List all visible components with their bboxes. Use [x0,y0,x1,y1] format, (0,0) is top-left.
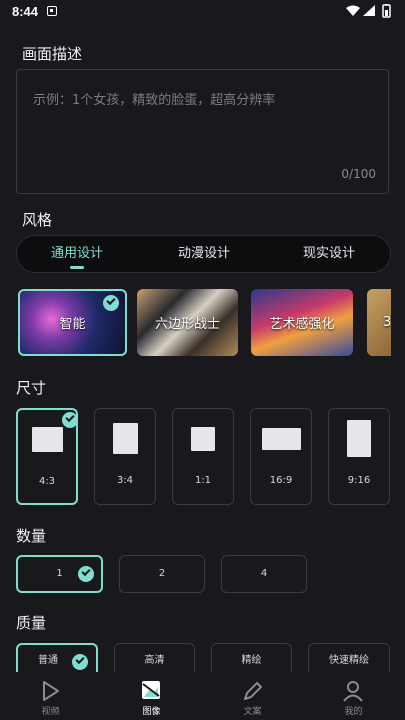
aspect-ratio-preview [32,427,63,452]
quality-title: 质量 [16,614,47,632]
size-label: 4:3 [38,476,56,487]
status-bar: 8:44 [0,0,405,24]
nav-copywriting[interactable]: 文案 [202,672,303,720]
tab-label: 通用设计 [50,246,103,261]
quantity-option-1[interactable]: 1 [16,555,103,593]
quality-label: 普通 [38,655,58,666]
quality-label: 快速精绘 [329,655,369,666]
status-time: 8:44 [12,4,39,19]
style-card-smart[interactable]: 智能 [18,289,127,356]
size-label: 1:1 [194,475,212,486]
size-label: 16:9 [269,475,293,486]
quantity-option-2[interactable]: 2 [119,555,205,593]
nav-image[interactable]: 图像 [101,672,202,720]
character-counter: 0/100 [341,167,376,181]
style-card-label: 3 [383,315,391,330]
style-title: 风格 [22,211,53,229]
quantity-label: 4 [260,568,268,579]
check-icon [103,295,119,311]
status-icons [346,4,391,18]
pencil-icon [244,682,262,700]
size-option-9-16[interactable]: 9:16 [328,408,390,505]
tab-label: 现实设计 [302,246,355,261]
description-input[interactable]: 示例：1个女孩，精致的脸蛋，超高分辨率 0/100 [16,69,389,194]
check-icon [72,654,88,670]
size-label: 9:16 [347,475,371,486]
size-title: 尺寸 [16,379,47,397]
quality-label: 高清 [144,655,165,666]
active-tab-indicator [70,266,84,269]
aspect-ratio-preview [113,423,138,454]
quantity-label: 2 [158,568,166,579]
size-option-4-3[interactable]: 4:3 [16,408,78,505]
aspect-ratio-preview [262,428,301,450]
image-icon [142,681,160,699]
play-icon [43,681,59,701]
tab-anime-design[interactable]: 动漫设计 [144,236,264,274]
nav-label: 我的 [344,707,363,717]
wifi-icon [346,5,360,16]
style-card-art-enhance[interactable]: 艺术感强化 [251,289,353,356]
notification-icon [47,6,57,16]
nav-label: 文案 [243,707,262,717]
size-option-16-9[interactable]: 16:9 [250,408,312,505]
nav-label: 图像 [142,707,161,717]
style-card-label: 六边形战士 [154,317,220,332]
signal-icon [363,5,375,16]
style-card-label: 艺术感强化 [269,317,335,332]
nav-profile[interactable]: 我的 [303,672,404,720]
description-title: 画面描述 [22,45,83,63]
quantity-title: 数量 [16,527,47,545]
description-placeholder: 示例：1个女孩，精致的脸蛋，超高分辨率 [33,93,276,108]
user-icon [343,681,363,702]
size-label: 3:4 [116,475,134,486]
style-card-more[interactable]: 3 [367,289,391,356]
tab-label: 动漫设计 [177,246,230,261]
bottom-navigation: 视频 图像 文案 我的 [0,672,405,720]
nav-video[interactable]: 视频 [0,672,101,720]
size-option-3-4[interactable]: 3:4 [94,408,156,505]
tab-realistic-design[interactable]: 现实设计 [269,236,389,274]
quantity-option-4[interactable]: 4 [221,555,307,593]
aspect-ratio-preview [191,427,215,451]
check-icon [62,412,78,428]
style-tabs: 通用设计 动漫设计 现实设计 [16,235,391,273]
check-icon [78,566,94,582]
aspect-ratio-preview [347,420,371,457]
quality-label: 精绘 [241,655,262,666]
size-option-1-1[interactable]: 1:1 [172,408,234,505]
tab-general-design[interactable]: 通用设计 [17,236,137,274]
quantity-label: 1 [56,568,63,579]
style-card-hexagon-warrior[interactable]: 六边形战士 [137,289,238,356]
nav-label: 视频 [41,707,60,717]
